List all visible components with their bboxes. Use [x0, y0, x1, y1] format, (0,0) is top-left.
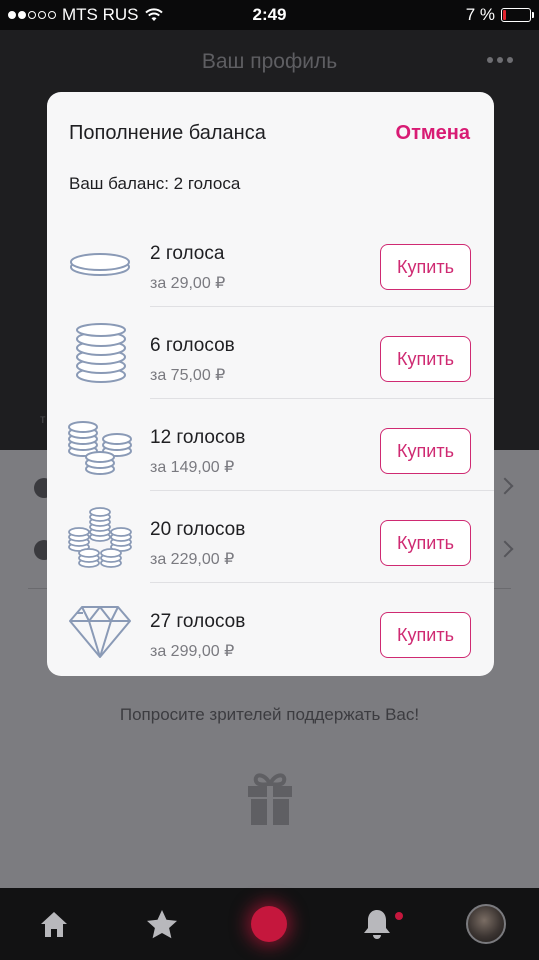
package-price: за 29,00 ₽ — [150, 275, 226, 292]
status-time: 2:49 — [252, 5, 287, 24]
status-bar: MTS RUS 2:49 7 % — [0, 0, 539, 30]
package-row: 6 голосов за 75,00 ₽ Купить — [47, 307, 494, 399]
tab-bar — [0, 888, 539, 960]
bell-icon — [364, 910, 390, 939]
single-coin-icon — [70, 253, 130, 276]
battery-group: 7 % — [465, 5, 534, 25]
star-icon — [147, 910, 177, 939]
buy-button[interactable]: Купить — [380, 612, 471, 658]
avatar[interactable] — [466, 904, 506, 944]
background-text-fragment: т — [40, 412, 46, 426]
package-price: за 299,00 ₽ — [150, 643, 235, 660]
battery-percent: 7 % — [465, 5, 495, 24]
coin-stacks-icon — [68, 421, 132, 475]
package-name: 27 голосов — [150, 611, 246, 632]
balance-topup-dialog: Пополнение баланса Отмена Ваш баланс: 2 … — [47, 92, 494, 676]
package-name: 12 голосов — [150, 427, 246, 448]
dialog-title: Пополнение баланса — [69, 122, 266, 144]
profile-navbar: Ваш профиль — [0, 30, 539, 90]
package-price: за 229,00 ₽ — [150, 551, 235, 568]
coin-stack-icon — [76, 323, 126, 383]
package-row: 2 голоса за 29,00 ₽ Купить — [47, 215, 494, 307]
package-name: 6 голосов — [150, 335, 235, 356]
cancel-button[interactable]: Отмена — [396, 122, 470, 145]
gift-icon — [248, 773, 292, 825]
page-title: Ваш профиль — [201, 50, 338, 73]
package-row: 20 голосов за 229,00 ₽ Купить — [47, 491, 494, 583]
buy-button[interactable]: Купить — [380, 244, 471, 290]
tab-favorites[interactable] — [132, 888, 192, 960]
diamond-icon — [69, 606, 131, 658]
package-row: 27 голосов за 299,00 ₽ Купить — [47, 583, 494, 675]
buy-button[interactable]: Купить — [380, 428, 471, 474]
battery-icon — [501, 8, 534, 22]
coin-pile-icon — [68, 507, 132, 568]
package-row: 12 голосов за 149,00 ₽ Купить — [47, 399, 494, 491]
record-button[interactable] — [251, 906, 287, 942]
buy-button[interactable]: Купить — [380, 336, 471, 382]
tab-profile[interactable] — [456, 888, 516, 960]
more-options-icon[interactable] — [487, 57, 513, 63]
package-name: 20 голосов — [150, 519, 246, 540]
package-name: 2 голоса — [150, 243, 225, 264]
current-balance: Ваш баланс: 2 голоса — [69, 174, 241, 193]
buy-button[interactable]: Купить — [380, 520, 471, 566]
tab-home[interactable] — [24, 888, 84, 960]
home-icon — [41, 912, 67, 937]
tab-notifications[interactable] — [347, 888, 407, 960]
notification-badge — [395, 912, 403, 920]
support-prompt: Попросите зрителей поддержать Вас! — [119, 705, 420, 724]
package-price: за 149,00 ₽ — [150, 459, 235, 476]
package-price: за 75,00 ₽ — [150, 367, 226, 384]
tab-record[interactable] — [239, 888, 299, 960]
